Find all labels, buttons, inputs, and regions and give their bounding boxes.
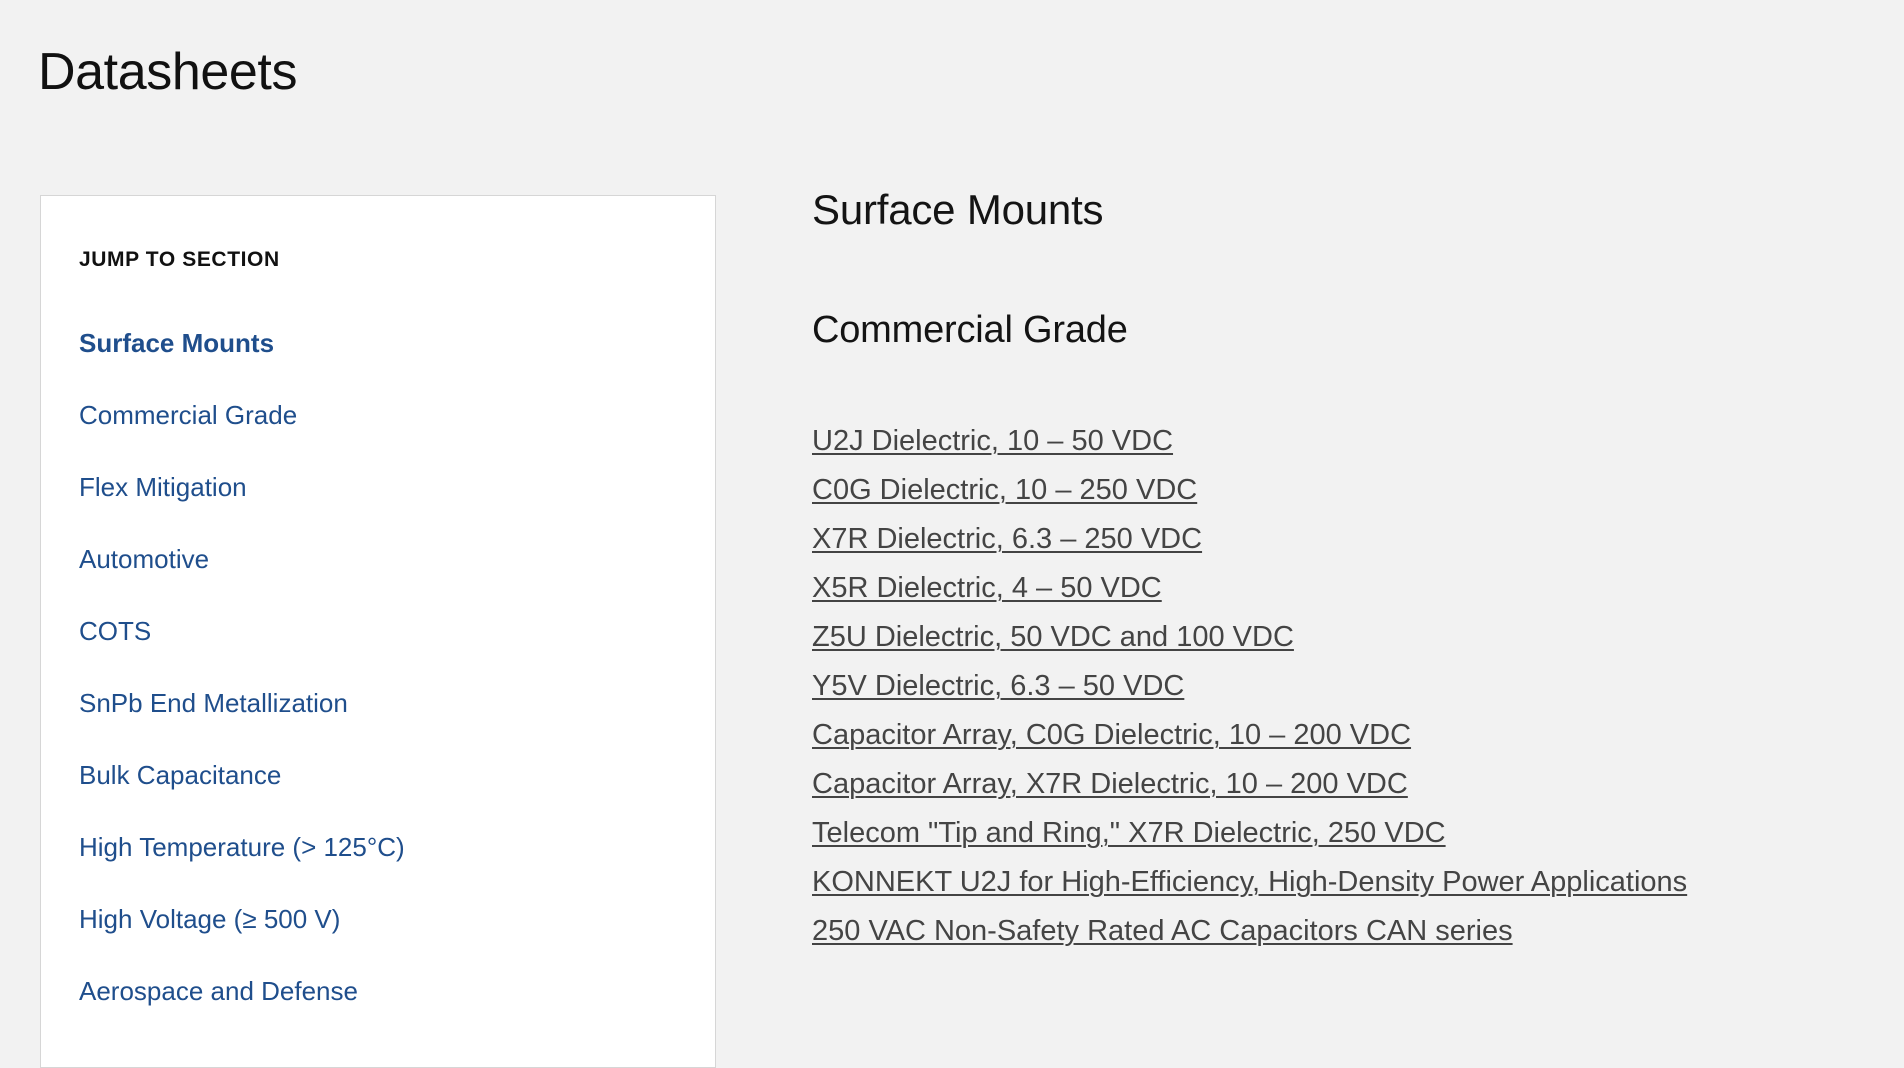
sidebar-item[interactable]: Automotive — [79, 523, 715, 595]
list-item: Telecom "Tip and Ring," X7R Dielectric, … — [812, 811, 1872, 860]
sidebar-item-link[interactable]: High Temperature (> 125°C) — [79, 832, 405, 863]
datasheet-link[interactable]: KONNEKT U2J for High-Efficiency, High-De… — [812, 866, 1687, 898]
list-item: Capacitor Array, C0G Dielectric, 10 – 20… — [812, 713, 1872, 762]
sidebar-item[interactable]: Surface Mounts — [79, 307, 715, 379]
sidebar-item[interactable]: Bulk Capacitance — [79, 739, 715, 811]
datasheet-link[interactable]: U2J Dielectric, 10 – 50 VDC — [812, 425, 1173, 457]
sidebar-item[interactable]: High Voltage (≥ 500 V) — [79, 883, 715, 955]
sidebar-item-link[interactable]: SnPb End Metallization — [79, 688, 348, 719]
list-item: Z5U Dielectric, 50 VDC and 100 VDC — [812, 615, 1872, 664]
list-item: Y5V Dielectric, 6.3 – 50 VDC — [812, 664, 1872, 713]
sidebar-item[interactable]: Commercial Grade — [79, 379, 715, 451]
sidebar-item-link[interactable]: Commercial Grade — [79, 400, 297, 431]
datasheet-link[interactable]: Telecom "Tip and Ring," X7R Dielectric, … — [812, 817, 1446, 849]
datasheet-link[interactable]: Capacitor Array, X7R Dielectric, 10 – 20… — [812, 768, 1408, 800]
list-item: X5R Dielectric, 4 – 50 VDC — [812, 566, 1872, 615]
datasheet-link-list: U2J Dielectric, 10 – 50 VDC C0G Dielectri… — [812, 419, 1872, 958]
list-item: Capacitor Array, X7R Dielectric, 10 – 20… — [812, 762, 1872, 811]
datasheet-link[interactable]: Capacitor Array, C0G Dielectric, 10 – 20… — [812, 719, 1411, 751]
datasheet-link[interactable]: X7R Dielectric, 6.3 – 250 VDC — [812, 523, 1202, 555]
sidebar-item[interactable]: SnPb End Metallization — [79, 667, 715, 739]
datasheet-link[interactable]: Y5V Dielectric, 6.3 – 50 VDC — [812, 670, 1184, 702]
jump-to-section-card: JUMP TO SECTION Surface Mounts Commercial… — [40, 195, 716, 1068]
subsection-title: Commercial Grade — [812, 309, 1128, 352]
jump-to-section-list: Surface Mounts Commercial Grade Flex Mitig… — [41, 307, 715, 1027]
list-item: X7R Dielectric, 6.3 – 250 VDC — [812, 517, 1872, 566]
sidebar-item-link[interactable]: Automotive — [79, 544, 209, 575]
datasheet-link[interactable]: C0G Dielectric, 10 – 250 VDC — [812, 474, 1197, 506]
list-item: U2J Dielectric, 10 – 50 VDC — [812, 419, 1872, 468]
sidebar-item-link[interactable]: Flex Mitigation — [79, 472, 247, 503]
page-title: Datasheets — [38, 42, 298, 101]
jump-to-section-heading: JUMP TO SECTION — [79, 248, 280, 271]
main-content: Surface Mounts Commercial Grade U2J Diel… — [812, 185, 1872, 958]
list-item: 250 VAC Non-Safety Rated AC Capacitors C… — [812, 909, 1872, 958]
sidebar-item[interactable]: Aerospace and Defense — [79, 955, 715, 1027]
list-item: KONNEKT U2J for High-Efficiency, High-De… — [812, 860, 1872, 909]
section-title: Surface Mounts — [812, 186, 1104, 233]
sidebar-item[interactable]: Flex Mitigation — [79, 451, 715, 523]
list-item: C0G Dielectric, 10 – 250 VDC — [812, 468, 1872, 517]
sidebar-item[interactable]: COTS — [79, 595, 715, 667]
sidebar-item-link[interactable]: High Voltage (≥ 500 V) — [79, 904, 340, 935]
sidebar-item-link[interactable]: COTS — [79, 616, 151, 647]
sidebar-item-link[interactable]: Aerospace and Defense — [79, 976, 358, 1007]
datasheet-link[interactable]: 250 VAC Non-Safety Rated AC Capacitors C… — [812, 915, 1513, 947]
sidebar-item[interactable]: High Temperature (> 125°C) — [79, 811, 715, 883]
sidebar-item-link[interactable]: Bulk Capacitance — [79, 760, 281, 791]
datasheet-link[interactable]: X5R Dielectric, 4 – 50 VDC — [812, 572, 1162, 604]
datasheet-link[interactable]: Z5U Dielectric, 50 VDC and 100 VDC — [812, 621, 1294, 653]
sidebar-item-link[interactable]: Surface Mounts — [79, 328, 274, 359]
